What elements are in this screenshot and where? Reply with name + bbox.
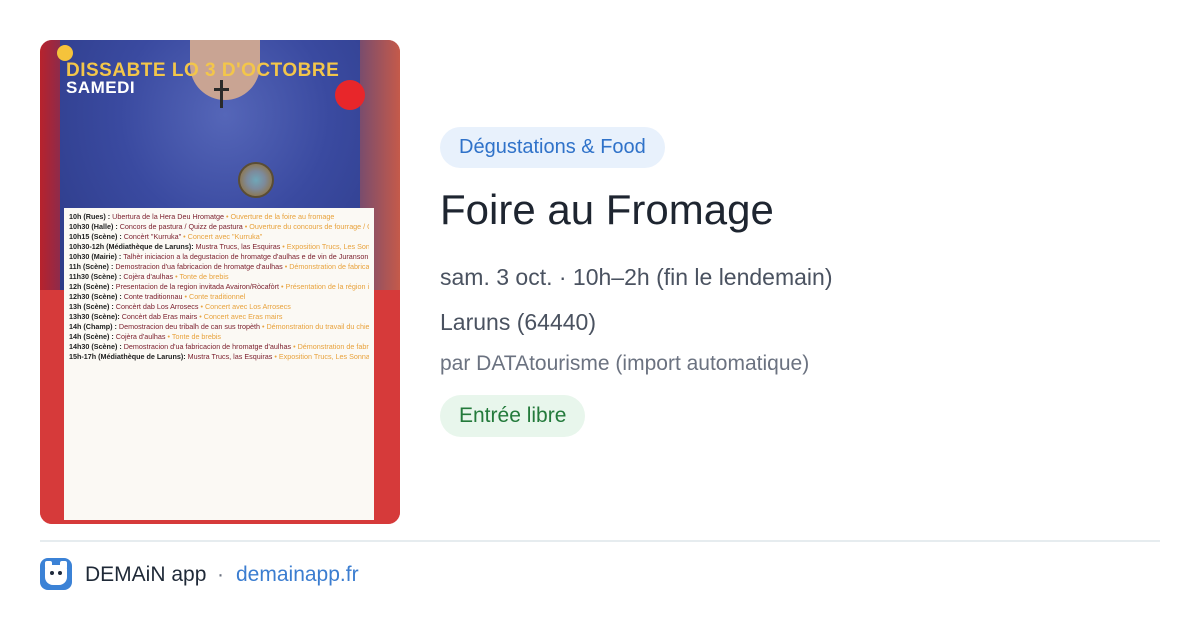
poster-schedule-french: • Concert avec Eras mairs	[199, 312, 283, 321]
poster-schedule-time: 10h30 (Mairie) :	[69, 252, 122, 261]
event-title: Foire au Fromage	[440, 186, 774, 233]
poster-schedule-line: 12h30 (Scène) : Conte traditionnau • Con…	[69, 292, 369, 302]
poster-schedule-occitan: Concèrt dab Eras mairs	[121, 312, 198, 321]
poster-schedule-line: 12h (Scène) : Presentacion de la region …	[69, 282, 369, 292]
poster-schedule-time: 14h (Scène) :	[69, 332, 114, 341]
poster-schedule-french: • Démonstration de fabrication de fromag…	[293, 342, 369, 351]
poster-schedule-occitan: Ubertura de la Hera Deu Hromatge	[112, 212, 224, 221]
poster-schedule-occitan: Concèrt "Kurruka"	[123, 232, 182, 241]
poster-schedule-occitan: Demostracion d'ua fabricacion de hromatg…	[115, 262, 283, 271]
poster-schedule-time: 10h30 (Halle) :	[69, 222, 118, 231]
poster-schedule-occitan: Demostracion deu tribalh de can sus trop…	[118, 322, 260, 331]
poster-schedule-occitan: Presentacion de la region invitada Avair…	[115, 282, 280, 291]
footer-divider	[40, 540, 1160, 542]
poster-schedule-occitan: Talhèr iniciacion a la degustacion de hr…	[123, 252, 369, 261]
poster-schedule-time: 12h30 (Scène) :	[69, 292, 122, 301]
category-badge[interactable]: Dégustations & Food	[440, 127, 665, 168]
poster-schedule-line: 13h30 (Scène): Concèrt dab Eras mairs • …	[69, 312, 369, 322]
poster-schedule-french: • Exposition Trucs, Les Sonnailles	[282, 242, 369, 251]
poster-schedule-occitan: Cojèra d'aulhas	[123, 272, 174, 281]
app-name: DEMAiN app	[85, 563, 207, 586]
logo-eye-left	[50, 571, 54, 575]
logo-eye-right	[58, 571, 62, 575]
poster-schedule-french: • Exposition Trucs, Les Sonnailles	[274, 352, 369, 361]
poster-schedule-time: 11h (Scène) :	[69, 262, 114, 271]
poster-schedule-line: 11h30 (Scène) : Cojèra d'aulhas • Tonte …	[69, 272, 369, 282]
poster-schedule-french: • Présentation de la région invitée : Av…	[281, 282, 369, 291]
poster-schedule-french: • Démonstration de fabrication de fromag…	[284, 262, 369, 271]
poster-schedule-line: 13h (Scène) : Concèrt dab Los Arrosecs •…	[69, 302, 369, 312]
poster-schedule-occitan: Mustra Trucs, las Esquiras	[187, 352, 273, 361]
poster-schedule-sheet: 10h (Rues) : Ubertura de la Hera Deu Hro…	[64, 208, 374, 520]
poster-schedule-time: 10h30-12h (Médiathèque de Laruns):	[69, 242, 194, 251]
poster-schedule-line: 15h-17h (Médiathèque de Laruns): Mustra …	[69, 352, 369, 362]
poster-schedule-line: 10h30 (Halle) : Concors de pastura / Qui…	[69, 222, 369, 232]
poster-schedule-french: • Ouverture de la foire au fromage	[226, 212, 335, 221]
poster-schedule-occitan: Mustra Trucs, las Esquiras	[195, 242, 281, 251]
poster-schedule-line: 11h (Scène) : Demostracion d'ua fabricac…	[69, 262, 369, 272]
price-badge: Entrée libre	[440, 395, 586, 437]
poster-schedule-time: 15h-17h (Médiathèque de Laruns):	[69, 352, 186, 361]
poster-schedule-time: 13h (Scène) :	[69, 302, 114, 311]
event-poster-image: DISSABTE LO 3 D'OCTOBRE SAMEDI 10h (Rues…	[40, 40, 400, 524]
poster-cross-bar	[214, 88, 229, 91]
poster-schedule-french: • Tonte de brebis	[175, 272, 229, 281]
poster-schedule-occitan: Cojèra d'aulhas	[115, 332, 166, 341]
poster-schedule-french: • Concert avec Los Arrosecs	[200, 302, 291, 311]
poster-schedule-french: • Concert avec "Kurruka"	[183, 232, 263, 241]
poster-yellow-dot	[57, 45, 73, 61]
footer-separator: ·	[217, 563, 224, 586]
poster-schedule-line: 10h (Rues) : Ubertura de la Hera Deu Hro…	[69, 212, 369, 222]
poster-schedule-occitan: Concors de pastura / Quizz de pastura	[119, 222, 243, 231]
poster-schedule-time: 14h30 (Scène) :	[69, 342, 122, 351]
poster-schedule-french: • Démonstration du travail du chien sur …	[261, 322, 369, 331]
poster-schedule-line: 10h30 (Mairie) : Talhèr iniciacion a la …	[69, 252, 369, 262]
poster-schedule-line: 10h15 (Scène) : Concèrt "Kurruka" • Conc…	[69, 232, 369, 242]
event-location: Laruns (64440)	[440, 309, 596, 335]
poster-schedule-time: 11h30 (Scène) :	[69, 272, 122, 281]
poster-schedule-time: 10h15 (Scène) :	[69, 232, 122, 241]
poster-schedule-time: 13h30 (Scène):	[69, 312, 120, 321]
event-datetime: sam. 3 oct. · 10h–2h (fin le lendemain)	[440, 264, 833, 290]
poster-schedule-line: 14h (Scène) : Cojèra d'aulhas • Tonte de…	[69, 332, 369, 342]
poster-brooch	[238, 162, 274, 198]
poster-schedule-time: 10h (Rues) :	[69, 212, 111, 221]
poster-schedule-french: • Conte traditionnel	[184, 292, 246, 301]
poster-red-dot	[335, 80, 365, 110]
poster-schedule-french: • Ouverture du concours de fourrage / Qu…	[244, 222, 369, 231]
poster-schedule-occitan: Concèrt dab Los Arrosecs	[115, 302, 199, 311]
logo-face	[45, 565, 67, 585]
poster-schedule-occitan: Demostracion d'ua fabricacion de hromatg…	[123, 342, 292, 351]
demain-app-logo-icon	[40, 558, 72, 590]
poster-schedule-occitan: Conte traditionnau	[123, 292, 183, 301]
poster-schedule-line: 10h30-12h (Médiathèque de Laruns): Mustr…	[69, 242, 369, 252]
poster-schedule-time: 12h (Scène) :	[69, 282, 114, 291]
poster-schedule-line: 14h (Champ) : Demostracion deu tribalh d…	[69, 322, 369, 332]
app-domain-link[interactable]: demainapp.fr	[236, 563, 359, 587]
poster-schedule-time: 14h (Champ) :	[69, 322, 117, 331]
event-source: par DATAtourisme (import automatique)	[440, 352, 810, 375]
poster-schedule-french: • Tonte de brebis	[167, 332, 222, 341]
poster-subheadline: SAMEDI	[66, 78, 136, 97]
poster-schedule-line: 14h30 (Scène) : Demostracion d'ua fabric…	[69, 342, 369, 352]
poster-cross-pendant	[220, 80, 223, 108]
